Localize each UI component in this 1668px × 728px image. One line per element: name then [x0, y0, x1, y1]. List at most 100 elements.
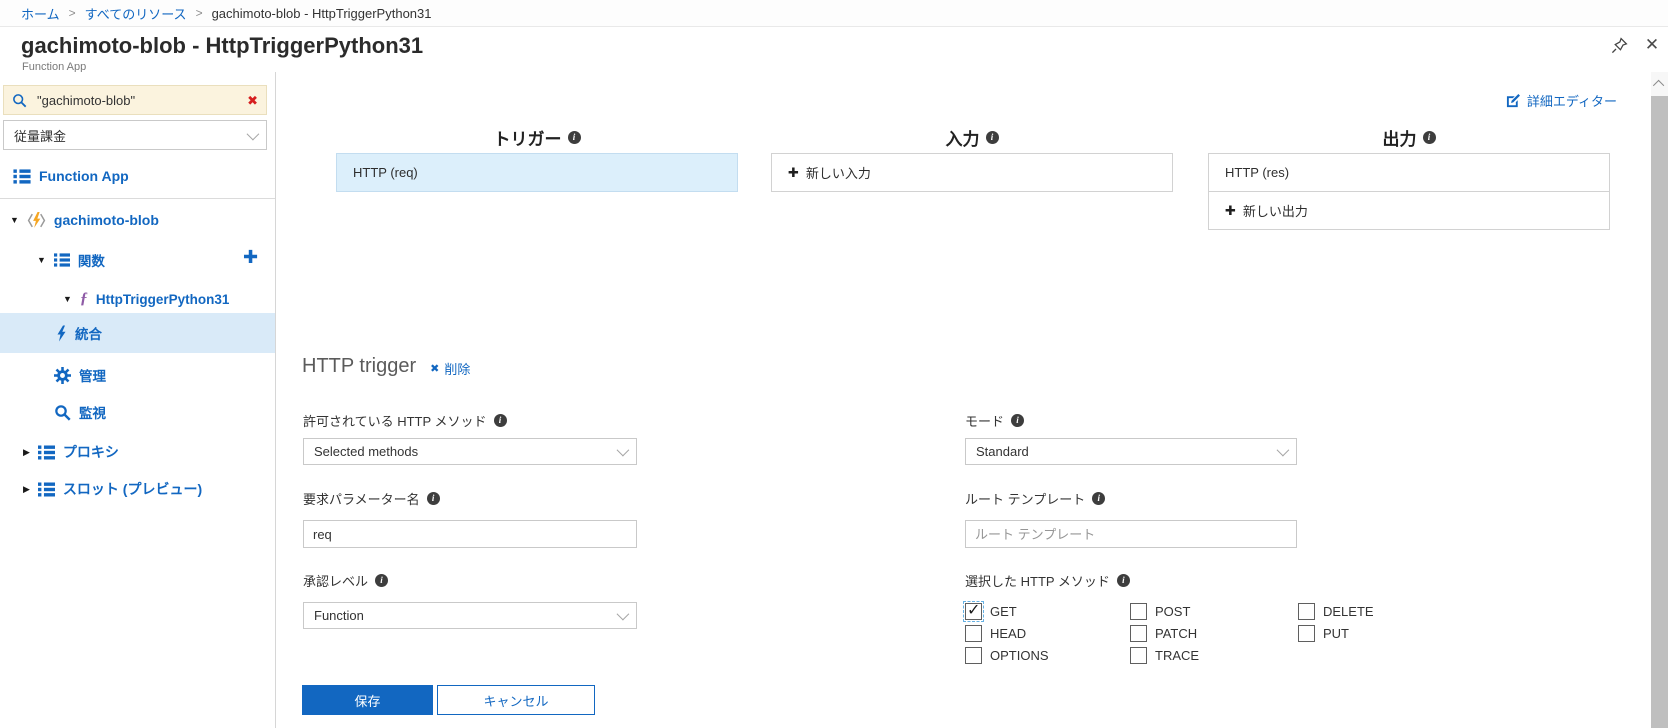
input-column-header: 入力 i [771, 125, 1173, 150]
method-checkbox-post[interactable]: POST [1130, 601, 1190, 621]
sidebar-item-label: Function App [39, 168, 129, 184]
info-icon[interactable]: i [426, 492, 440, 505]
checkbox-label: HEAD [990, 625, 1027, 641]
pin-button[interactable] [1608, 34, 1630, 56]
pin-icon [1611, 36, 1628, 53]
collapse-arrow-icon[interactable]: ▼ [63, 294, 72, 304]
checkbox-icon [1298, 602, 1315, 620]
cancel-button[interactable]: キャンセル [437, 685, 595, 715]
checkbox-label: OPTIONS [990, 647, 1049, 663]
info-icon[interactable]: i [1116, 574, 1130, 587]
method-checkbox-delete[interactable]: DELETE [1298, 601, 1374, 621]
expand-arrow-icon[interactable]: ▶ [23, 484, 30, 494]
method-checkbox-put[interactable]: PUT [1298, 623, 1349, 643]
info-icon[interactable]: i [567, 131, 581, 144]
tree-node-function[interactable]: ▼ ƒ HttpTriggerPython31 [63, 287, 229, 311]
sidebar-item-function-app[interactable]: Function App [13, 164, 129, 188]
allowed-methods-dropdown[interactable]: Selected methods [303, 438, 637, 465]
new-output-button[interactable]: ✚ 新しい出力 [1208, 191, 1610, 230]
sidebar-item-label: 統合 [75, 327, 102, 342]
field-label-text: 要求パラメーター名 [303, 492, 420, 507]
checkbox-label: PUT [1323, 625, 1349, 641]
output-item-http-res[interactable]: HTTP (res) [1208, 153, 1610, 192]
chevron-down-icon [246, 127, 260, 140]
method-checkbox-patch[interactable]: PATCH [1130, 623, 1197, 643]
breadcrumb-separator: > [68, 6, 76, 20]
chevron-down-icon [616, 443, 630, 457]
list-icon [37, 444, 55, 460]
sidebar-item-slots[interactable]: ▶ スロット (プレビュー) [23, 477, 202, 501]
checkbox-icon [1130, 646, 1147, 664]
list-icon [13, 168, 31, 184]
info-icon[interactable]: i [985, 131, 999, 144]
request-param-input[interactable] [303, 520, 637, 548]
info-icon[interactable]: i [493, 414, 507, 427]
new-input-button[interactable]: ✚ 新しい入力 [771, 153, 1173, 192]
sidebar: ✖ 従量課金 Function App ▼ gachimoto-blob [0, 72, 276, 728]
method-checkbox-head[interactable]: HEAD [965, 623, 1026, 643]
dropdown-value: Selected methods [314, 444, 419, 459]
sidebar-item-proxies[interactable]: ▶ プロキシ [23, 440, 119, 464]
request-param-label: 要求パラメーター名 i [303, 489, 440, 508]
method-checkbox-options[interactable]: OPTIONS [965, 645, 1049, 665]
breadcrumb-all-resources[interactable]: すべてのリソース [85, 4, 187, 23]
search-input[interactable] [35, 91, 240, 109]
checkbox-label: DELETE [1323, 603, 1374, 619]
search-icon [13, 93, 27, 107]
sidebar-item-manage[interactable]: 管理 [54, 363, 106, 387]
expand-arrow-icon[interactable]: ▶ [23, 447, 30, 457]
collapse-arrow-icon[interactable]: ▼ [10, 215, 19, 225]
mode-dropdown[interactable]: Standard [965, 438, 1297, 465]
method-checkbox-trace[interactable]: TRACE [1130, 645, 1199, 665]
function-app-icon [27, 211, 46, 228]
chevron-up-icon [1652, 79, 1664, 91]
clear-search-icon[interactable]: ✖ [247, 94, 258, 107]
trigger-item-http-req[interactable]: HTTP (req) [336, 153, 738, 192]
field-label-text: ルート テンプレート [965, 492, 1086, 507]
scrollbar-thumb[interactable] [1651, 96, 1668, 728]
plan-dropdown-value: 従量課金 [14, 128, 67, 144]
column-title: 出力 [1382, 130, 1417, 149]
plan-dropdown[interactable]: 従量課金 [3, 120, 267, 150]
azure-portal-screen: ホーム > すべてのリソース > gachimoto-blob - HttpTr… [0, 0, 1668, 728]
sidebar-item-monitor[interactable]: 監視 [54, 400, 106, 424]
save-button[interactable]: 保存 [302, 685, 433, 715]
checkbox-icon [965, 646, 982, 664]
breadcrumb: ホーム > すべてのリソース > gachimoto-blob - HttpTr… [0, 0, 1668, 27]
dropdown-value: Function [314, 608, 364, 623]
advanced-editor-link[interactable]: 詳細エディター [1506, 91, 1617, 110]
checkbox-icon [963, 600, 984, 622]
field-label-text: 許可されている HTTP メソッド [303, 414, 487, 429]
blade-header: gachimoto-blob - HttpTriggerPython31 Fun… [0, 28, 1668, 73]
tree-node-app[interactable]: ▼ gachimoto-blob [10, 208, 159, 232]
delete-trigger-link[interactable]: ✖ 削除 [430, 359, 470, 378]
section-title-text: HTTP trigger [302, 355, 417, 377]
info-icon[interactable]: i [375, 574, 389, 587]
info-icon[interactable]: i [1422, 131, 1436, 144]
selected-row-highlight [0, 313, 275, 353]
breadcrumb-separator: > [195, 6, 203, 20]
sidebar-item-integrate[interactable]: 統合 [55, 321, 102, 345]
info-icon[interactable]: i [1011, 414, 1025, 427]
route-template-input[interactable] [965, 520, 1297, 548]
advanced-editor-label: 詳細エディター [1526, 94, 1617, 109]
page-title: gachimoto-blob - HttpTriggerPython31 [21, 33, 424, 58]
checkbox-icon [1130, 602, 1147, 620]
sidebar-item-label: スロット (プレビュー) [62, 481, 203, 497]
close-blade-button[interactable]: ✕ [1641, 34, 1663, 56]
scroll-up-button[interactable] [1651, 72, 1668, 95]
tree-node-functions[interactable]: ▼ 関数 [37, 248, 105, 272]
add-function-button[interactable]: ✚ [243, 248, 258, 266]
breadcrumb-home[interactable]: ホーム [21, 4, 60, 23]
tree-node-label: 関数 [77, 254, 105, 269]
method-checkbox-get[interactable]: GET [963, 600, 1017, 622]
auth-level-dropdown[interactable]: Function [303, 602, 637, 629]
sidebar-item-label: プロキシ [62, 444, 119, 460]
sidebar-divider [0, 198, 275, 199]
vertical-scrollbar[interactable] [1651, 72, 1668, 728]
route-template-label: ルート テンプレート i [965, 489, 1106, 508]
function-icon: ƒ [79, 290, 88, 307]
selected-methods-label: 選択した HTTP メソッド i [965, 571, 1130, 590]
collapse-arrow-icon[interactable]: ▼ [37, 255, 46, 265]
info-icon[interactable]: i [1092, 492, 1106, 505]
